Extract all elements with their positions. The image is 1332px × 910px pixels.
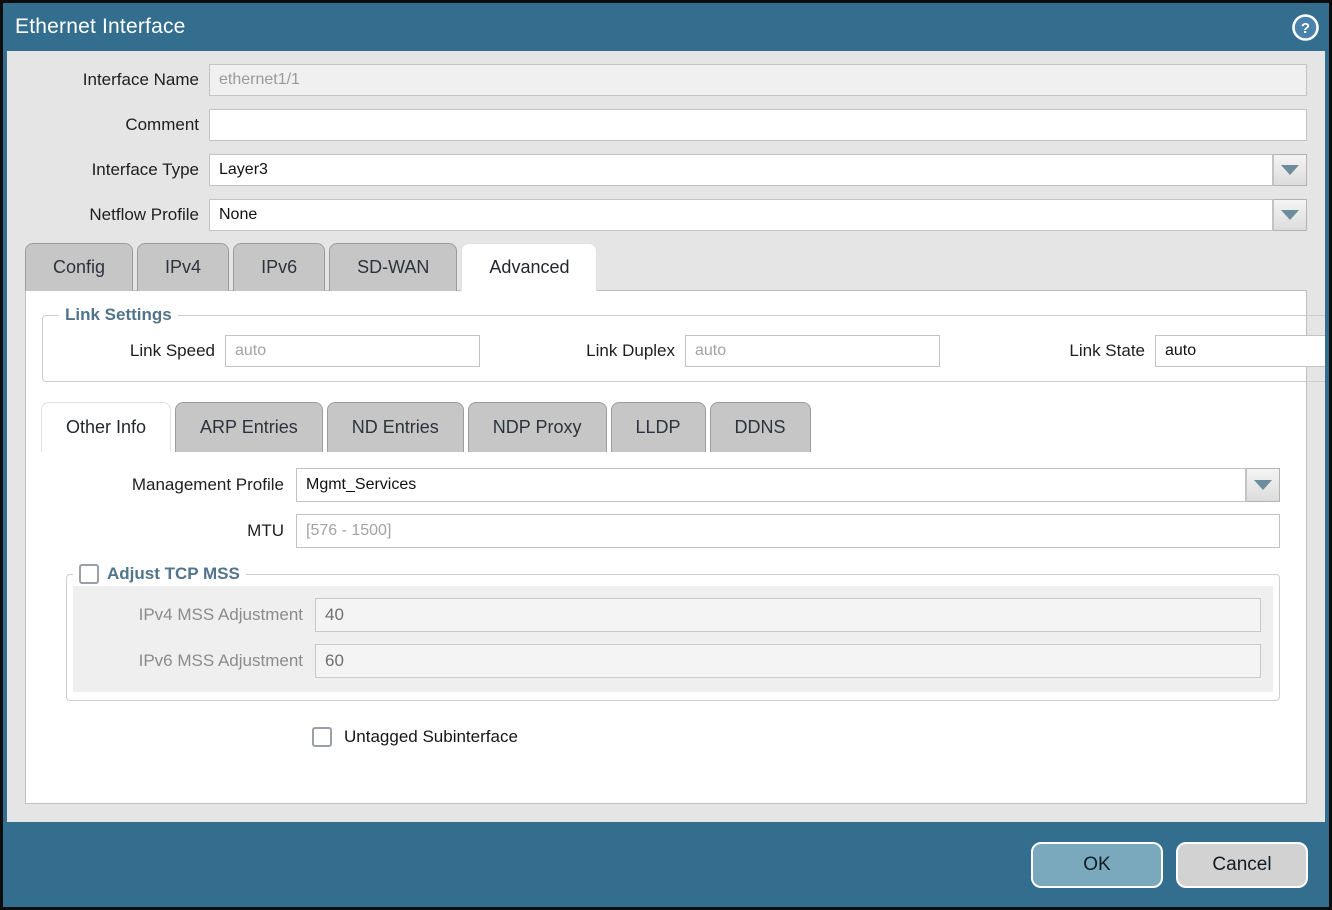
chevron-down-icon [1281, 165, 1299, 175]
ethernet-interface-dialog: Ethernet Interface ? Interface Name Comm… [3, 3, 1329, 907]
link-settings-legend: Link Settings [59, 305, 178, 325]
management-profile-dropdown-button[interactable] [1246, 468, 1280, 502]
interface-type-row: Interface Type Layer3 [7, 154, 1307, 186]
tab-other-info[interactable]: Other Info [41, 402, 171, 452]
link-duplex-input[interactable] [685, 335, 940, 367]
ipv4-mss-input [315, 598, 1261, 632]
netflow-profile-dropdown-button[interactable] [1273, 199, 1307, 231]
chevron-down-icon [1281, 210, 1299, 220]
management-profile-row: Management Profile Mgmt_Services [26, 468, 1280, 502]
netflow-profile-value[interactable]: None [209, 199, 1273, 231]
mtu-label: MTU [26, 521, 296, 541]
adjust-tcp-mss-legend: Adjust TCP MSS [73, 564, 246, 584]
chevron-down-icon [1254, 480, 1272, 490]
tab-arp-entries[interactable]: ARP Entries [175, 402, 323, 452]
mtu-input[interactable] [296, 514, 1280, 548]
mtu-row: MTU [26, 514, 1280, 548]
dialog-footer: OK Cancel [3, 822, 1329, 907]
ok-button[interactable]: OK [1031, 842, 1163, 888]
cancel-button[interactable]: Cancel [1176, 842, 1308, 888]
tab-advanced[interactable]: Advanced [461, 243, 597, 291]
titlebar: Ethernet Interface ? [3, 3, 1329, 51]
tab-ipv4[interactable]: IPv4 [137, 243, 229, 291]
untagged-subinterface-checkbox[interactable] [312, 727, 332, 747]
interface-type-label: Interface Type [7, 160, 209, 180]
dialog-title: Ethernet Interface [15, 15, 186, 39]
tab-config[interactable]: Config [25, 243, 133, 291]
link-duplex-label: Link Duplex [530, 341, 685, 361]
ipv6-mss-row: IPv6 MSS Adjustment [73, 644, 1261, 678]
management-profile-label: Management Profile [26, 475, 296, 495]
interface-type-select[interactable]: Layer3 [209, 154, 1307, 186]
management-profile-value[interactable]: Mgmt_Services [296, 468, 1246, 502]
tab-ddns[interactable]: DDNS [710, 402, 811, 452]
ipv4-mss-label: IPv4 MSS Adjustment [73, 605, 315, 625]
link-state-value[interactable]: auto [1155, 335, 1325, 367]
link-state-select[interactable]: auto [1155, 335, 1325, 367]
tab-nd-entries[interactable]: ND Entries [327, 402, 464, 452]
untagged-subinterface-label: Untagged Subinterface [344, 727, 518, 747]
adjust-tcp-mss-label: Adjust TCP MSS [107, 564, 240, 584]
tab-lldp[interactable]: LLDP [611, 402, 706, 452]
tab-sdwan[interactable]: SD-WAN [329, 243, 457, 291]
interface-name-field [209, 64, 1307, 96]
advanced-tab-panel: Link Settings Link Speed Link Duplex Lin… [25, 290, 1307, 804]
help-icon[interactable]: ? [1292, 14, 1319, 41]
untagged-subinterface-row: Untagged Subinterface [312, 727, 1306, 747]
link-speed-input[interactable] [225, 335, 480, 367]
interface-type-dropdown-button[interactable] [1273, 154, 1307, 186]
interface-name-row: Interface Name [7, 64, 1307, 96]
main-tabstrip: Config IPv4 IPv6 SD-WAN Advanced [25, 243, 1325, 291]
tab-ndp-proxy[interactable]: NDP Proxy [468, 402, 607, 452]
tab-ipv6[interactable]: IPv6 [233, 243, 325, 291]
interface-type-value[interactable]: Layer3 [209, 154, 1273, 186]
mss-fields: IPv4 MSS Adjustment IPv6 MSS Adjustment [73, 586, 1273, 692]
netflow-profile-row: Netflow Profile None [7, 199, 1307, 231]
interface-name-label: Interface Name [7, 70, 209, 90]
comment-label: Comment [7, 115, 209, 135]
sub-tabstrip: Other Info ARP Entries ND Entries NDP Pr… [41, 402, 1306, 452]
link-state-label: Link State [1005, 341, 1155, 361]
ipv6-mss-input [315, 644, 1261, 678]
management-profile-select[interactable]: Mgmt_Services [296, 468, 1280, 502]
comment-field[interactable] [209, 109, 1307, 141]
dialog-body: Interface Name Comment Interface Type La… [7, 51, 1325, 822]
ipv4-mss-row: IPv4 MSS Adjustment [73, 598, 1261, 632]
netflow-profile-select[interactable]: None [209, 199, 1307, 231]
link-settings-row: Link Speed Link Duplex Link State auto [55, 335, 1325, 367]
adjust-tcp-mss-group: Adjust TCP MSS IPv4 MSS Adjustment IPv6 … [66, 564, 1280, 701]
link-speed-label: Link Speed [55, 341, 225, 361]
link-settings-group: Link Settings Link Speed Link Duplex Lin… [42, 305, 1325, 382]
svg-text:?: ? [1301, 20, 1310, 37]
ipv6-mss-label: IPv6 MSS Adjustment [73, 651, 315, 671]
adjust-tcp-mss-checkbox[interactable] [79, 564, 99, 584]
comment-row: Comment [7, 109, 1307, 141]
netflow-profile-label: Netflow Profile [7, 205, 209, 225]
